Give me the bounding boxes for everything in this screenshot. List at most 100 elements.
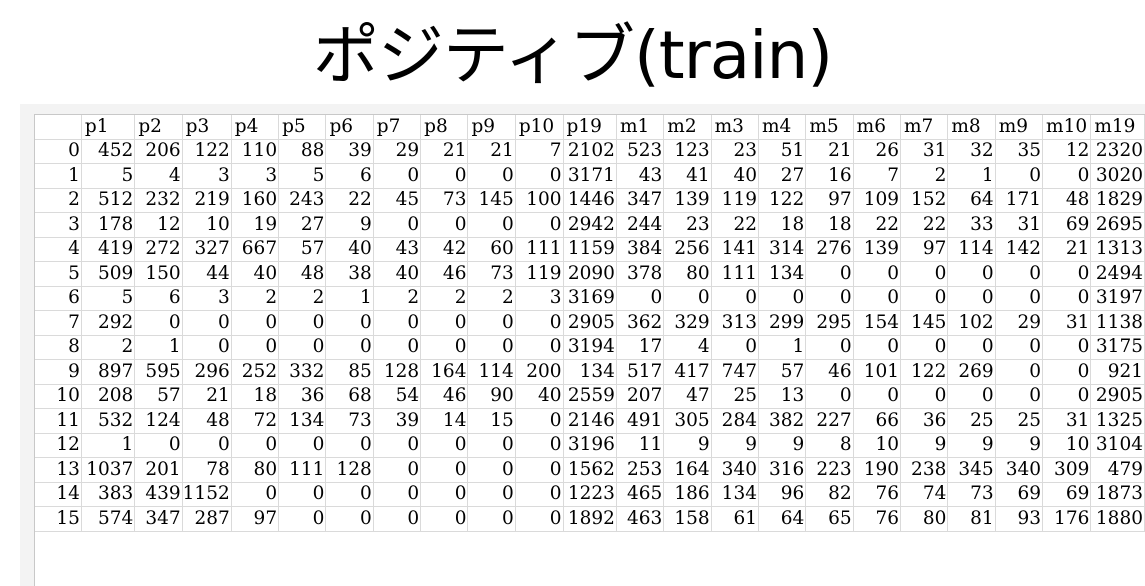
table-cell: 362 [616,310,665,336]
table-cell: 253 [616,457,665,483]
table-cell: 64 [947,188,996,213]
table-cell: 345 [947,457,996,483]
table-cell: 0 [900,286,949,311]
table-cell: 1159 [563,237,617,262]
table-row: 10 208 57 21 18 36 68 54 46 90 40 2559 207 47 25 13 0 0 0 0… [35,384,1145,409]
table-cell: 452 [81,139,136,164]
column-letter-header [20,104,1145,115]
table-cell: 1446 [563,188,617,213]
table-cell: 287 [182,506,232,532]
table-cell: 32 [947,139,996,164]
table-cell: 80 [231,457,280,483]
table-cell: 0 [278,433,327,458]
table-cell: 36 [900,408,949,434]
slide-title: ポジティブ(train) [312,17,833,94]
table-cell: 309 [1042,457,1092,483]
table-cell: 27 [278,212,327,238]
table-cell: 0 [467,310,516,336]
table-cell: 134 [711,482,759,507]
table-cell: 3194 [563,335,617,360]
column-header: m9 [995,115,1044,140]
table-cell: 2905 [563,310,617,336]
table-cell: 0 [182,335,232,360]
table-cell: 0 [373,482,422,507]
table-cell: 57 [278,237,327,262]
table-cell: 0 [278,310,327,336]
table-row: 3 178 12 10 19 27 9 0 0 0 0 2942 244 23 22 18 18 22 22 33 31… [35,212,1145,238]
table-cell: 0 [853,286,902,311]
table-cell: 186 [663,482,712,507]
table-cell: 190 [853,457,902,483]
table-cell: 39 [325,139,374,164]
table-cell: 0 [515,335,564,360]
table-cell: 0 [805,261,854,287]
table-cell: 7 [515,139,564,164]
table-cell: 3196 [563,433,617,458]
table-cell: 667 [231,237,280,262]
table-cell: 73 [420,188,469,213]
table-cell: 45 [373,188,422,213]
table-cell: 142 [995,237,1044,262]
table-cell: 31 [995,212,1044,238]
table-cell: 1 [325,286,374,311]
table-cell: 2 [467,286,516,311]
row-index: 7 [35,310,82,336]
table-cell: 1313 [1090,237,1145,262]
table-cell: 23 [663,212,712,238]
table-cell: 46 [420,261,469,287]
table-cell: 523 [616,139,665,164]
row-index: 0 [35,139,82,164]
table-cell: 42 [420,237,469,262]
table-cell: 64 [758,506,807,532]
column-header: p5 [278,115,327,140]
table-cell: 178 [81,212,136,238]
table-row: 14 383 439 1152 0 0 0 0 0 0 0 1223 465 186 134 96 82 76 74… [35,482,1145,507]
table-cell: 269 [947,359,996,385]
table-cell: 29 [995,310,1044,336]
table-cell: 0 [373,335,422,360]
table-cell: 122 [182,139,232,164]
table-cell: 0 [758,286,807,311]
table-cell: 0 [995,286,1044,311]
table-cell: 0 [420,506,469,532]
table-cell: 2 [373,286,422,311]
table-cell: 0 [515,408,564,434]
table-cell: 0 [515,310,564,336]
table-cell: 0 [1042,359,1092,385]
table-cell: 12 [1042,139,1092,164]
table-row: 12 1 0 0 0 0 0 0 0 0 0 3196 11 9 9 9 8 10 9 9 9 10 3104 [35,433,1145,458]
table-cell: 111 [278,457,327,483]
table-cell: 243 [278,188,327,213]
table-cell: 61 [711,506,759,532]
table-cell: 18 [758,212,807,238]
table-cell: 102 [947,310,996,336]
table-cell: 0 [373,212,422,238]
table-cell: 0 [373,310,422,336]
table-cell: 1223 [563,482,617,507]
table-cell: 0 [467,457,516,483]
table-cell: 97 [900,237,949,262]
table-cell: 0 [467,506,516,532]
table-cell: 4 [134,163,183,189]
table-cell: 2146 [563,408,617,434]
column-header: p4 [231,115,280,140]
table-cell: 80 [663,261,712,287]
table-cell: 0 [853,261,902,287]
table-cell: 134 [758,261,807,287]
table-cell: 0 [1042,261,1092,287]
table-cell: 382 [758,408,807,434]
table-cell: 21 [467,139,516,164]
table-cell: 0 [995,261,1044,287]
table-cell: 40 [325,237,374,262]
table-cell: 0 [325,482,374,507]
table-cell: 3 [182,163,232,189]
column-header: m8 [947,115,996,140]
table-cell: 21 [420,139,469,164]
table-cell: 0 [420,212,469,238]
table-cell: 1829 [1090,188,1145,213]
column-header: m6 [853,115,902,140]
table-cell: 43 [373,237,422,262]
table-cell: 78 [182,457,232,483]
table-cell: 11 [616,433,665,458]
table-cell: 0 [1042,384,1092,409]
